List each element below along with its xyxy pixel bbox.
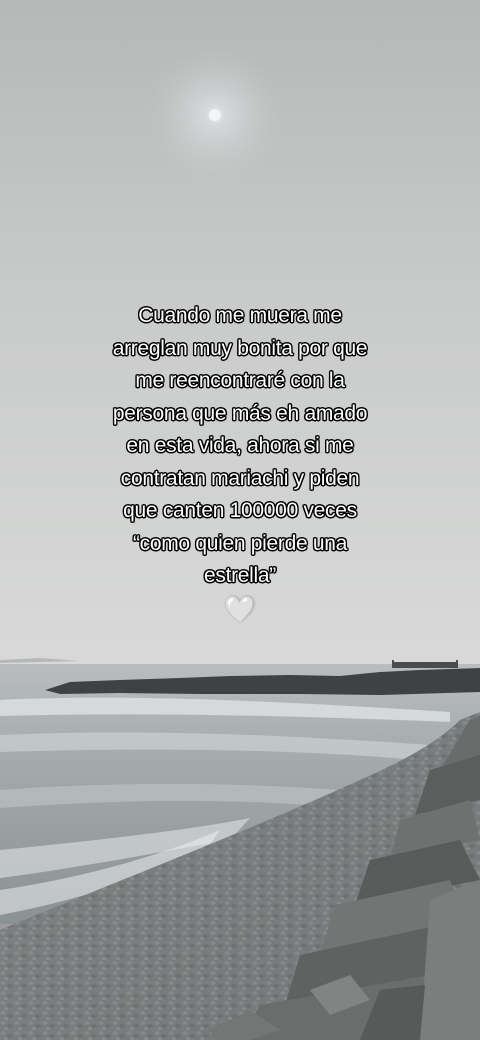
caption-line-4: persona que más eh amado	[112, 401, 368, 425]
caption-line-3: me reencontraré con la	[135, 369, 345, 392]
caption-line-8: “como quien pierde una	[132, 531, 348, 555]
caption-line-5: en esta vida, ahora si me	[126, 434, 354, 457]
white-heart-icon: 🤍	[223, 594, 257, 625]
caption-line-7: que canten 100000 veces	[123, 499, 357, 522]
caption-line-6: contratan mariachi y piden	[120, 466, 360, 490]
caption-line-9: estrella”	[204, 564, 276, 587]
photo-background: Cuando me muera me arreglan muy bonita p…	[0, 0, 480, 1040]
caption-line-1: Cuando me muera me	[138, 304, 342, 327]
caption-line-2: arreglan muy bonita por que	[112, 336, 368, 360]
overlay-caption: Cuando me muera me arreglan muy bonita p…	[60, 300, 420, 625]
